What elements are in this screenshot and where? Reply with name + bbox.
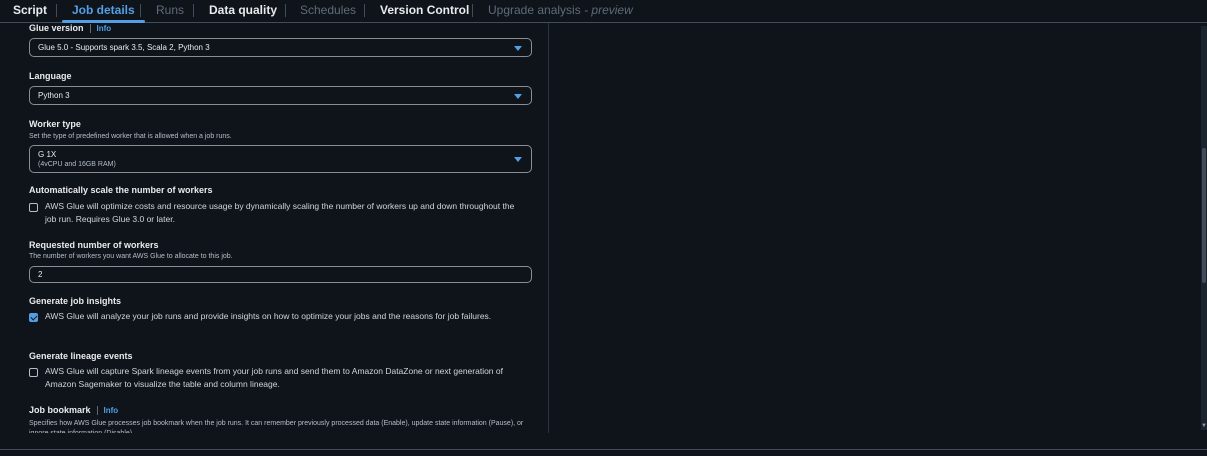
worker-type-description: Set the type of predefined worker that i… [29,133,232,140]
bookmark-description: Specifies how AWS Glue processes job boo… [29,420,524,433]
glue-version-label-text: Glue version [29,23,84,33]
insights-label: Generate job insights [29,296,122,306]
caret-down-icon [514,157,522,162]
workers-description: The number of workers you want AWS Glue … [29,253,233,260]
tab-bar: Script Job details Runs Data quality Sch… [0,0,1207,23]
autoscale-checkbox[interactable] [29,203,38,212]
workers-label: Requested number of workers [29,240,159,250]
caret-down-icon [514,93,522,99]
tab-divider [285,4,286,17]
glue-version-info-link[interactable]: Info [89,24,112,33]
glue-version-select[interactable]: Glue 5.0 - Supports spark 3.5, Scala 2, … [29,38,532,57]
tab-divider [56,4,57,17]
caret-down-icon [514,45,522,51]
workers-value: 2 [38,270,43,279]
bookmark-label: Job bookmark Info [29,405,119,415]
worker-type-label: Worker type [29,119,81,129]
bookmark-info-link[interactable]: Info [96,406,119,415]
bookmark-label-text: Job bookmark [29,405,91,415]
autoscale-text: AWS Glue will optimize costs and resourc… [45,201,515,224]
tab-divider [472,4,473,17]
preview-suffix: - preview [584,3,633,17]
lineage-checkbox[interactable] [29,368,38,377]
tab-job-details[interactable]: Job details [62,0,145,23]
insights-text: AWS Glue will analyze your job runs and … [45,311,492,321]
autoscale-label: Automatically scale the number of worker… [29,185,213,195]
tab-script[interactable]: Script [13,0,47,22]
scrollbar-thumb[interactable] [1202,148,1206,283]
worker-type-select[interactable]: G 1X (4vCPU and 16GB RAM) [29,145,532,173]
glue-version-label: Glue version Info [29,23,112,33]
worker-type-sub: (4vCPU and 16GB RAM) [38,161,116,168]
workers-input[interactable]: 2 [29,266,532,283]
lineage-text: AWS Glue will capture Spark lineage even… [45,366,503,389]
tab-divider [193,4,194,17]
insights-checkbox[interactable] [29,313,38,322]
tab-data-quality[interactable]: Data quality [209,0,277,22]
worker-type-value: G 1X [38,150,57,159]
tab-divider [364,4,365,17]
tab-runs: Runs [156,3,185,17]
scroll-down-arrow-icon[interactable]: ▼ [1201,423,1207,429]
bottom-divider [0,449,1207,450]
language-select[interactable]: Python 3 [29,86,532,105]
tab-schedules: Schedules [300,3,357,17]
lineage-label: Generate lineage events [29,351,133,361]
tab-upgrade-analysis: Upgrade analysis - preview [488,0,633,22]
tab-upgrade-analysis-label: Upgrade analysis [488,3,581,17]
glue-version-value: Glue 5.0 - Supports spark 3.5, Scala 2, … [38,43,210,52]
tab-version-control[interactable]: Version Control [380,0,469,22]
language-label: Language [29,71,72,81]
tab-divider [140,4,141,17]
job-details-form: Glue version Info Glue 5.0 - Supports spa… [0,23,549,433]
language-value: Python 3 [38,91,70,100]
